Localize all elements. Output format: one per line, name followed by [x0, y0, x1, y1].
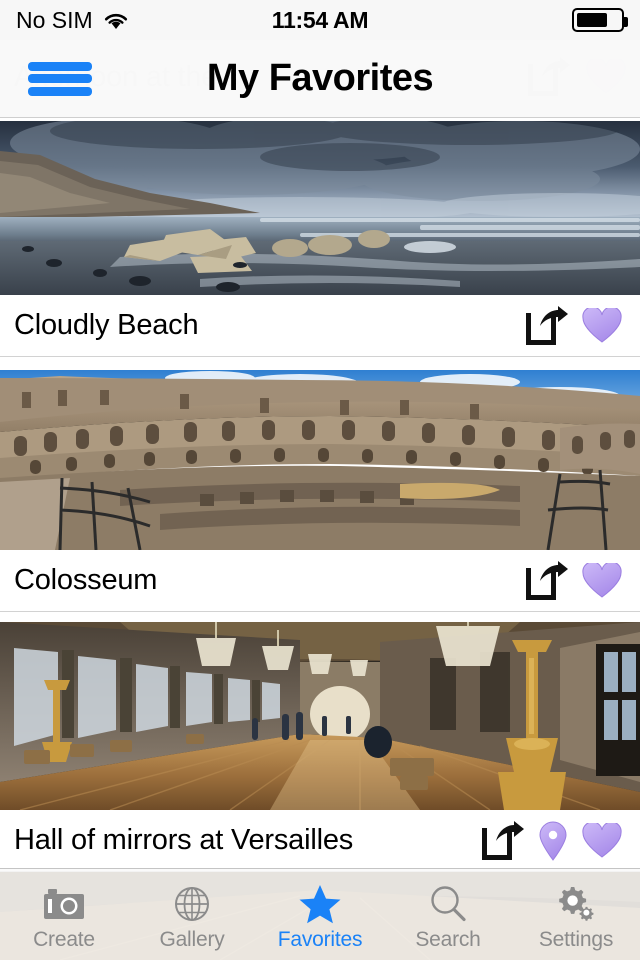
tab-label: Favorites [277, 927, 363, 951]
share-arrow-glyph [540, 305, 568, 326]
hamburger-menu-icon[interactable] [28, 56, 92, 102]
camera-glyph [44, 888, 84, 919]
tab-label: Gallery [159, 927, 225, 951]
tab-favorites[interactable]: Favorites [256, 869, 384, 960]
clock: 11:54 AM [271, 6, 369, 33]
battery-icon [572, 8, 628, 32]
list-item-title: Colosseum [14, 564, 158, 596]
tab-settings[interactable]: Settings [512, 869, 640, 960]
status-bar: No SIM 11:54 AM [0, 0, 640, 40]
camera-icon [42, 884, 86, 924]
photo-list-scroll-area[interactable]: Afternoon at the s [0, 0, 640, 960]
heart-icon[interactable] [582, 820, 622, 859]
versailles-hall-of-mirrors-photo [0, 622, 640, 810]
tab-bar: Create Gallery Favorites Search Settings [0, 868, 640, 960]
stormy-beach-photo [0, 121, 640, 295]
tab-search[interactable]: Search [384, 869, 512, 960]
heart-icon[interactable] [582, 305, 622, 344]
heart-glyph [582, 820, 622, 858]
share-arrow-glyph [540, 560, 568, 581]
tab-label: Search [415, 927, 481, 951]
star-glyph [299, 884, 341, 923]
globe-glyph [175, 886, 209, 921]
tab-label: Create [33, 927, 95, 951]
globe-icon [173, 884, 211, 924]
gears-glyph [559, 886, 594, 921]
tab-label: Settings [538, 927, 614, 951]
navigation-bar: My Favorites [0, 40, 640, 118]
star-icon [299, 884, 341, 924]
list-item-photo[interactable] [0, 622, 640, 810]
list-item-caption[interactable]: Hall of mirrors at Versailles [0, 810, 640, 872]
colosseum-interior-photo [0, 370, 640, 550]
list-item-photo[interactable] [0, 121, 640, 295]
share-icon[interactable] [524, 305, 568, 346]
share-arrow-glyph [496, 820, 524, 841]
heart-glyph [582, 305, 622, 343]
list-item-caption[interactable]: Cloudly Beach [0, 295, 640, 357]
magnifier-icon [429, 884, 467, 924]
list-item-caption[interactable]: Colosseum [0, 550, 640, 612]
share-icon[interactable] [524, 560, 568, 601]
share-icon[interactable] [480, 820, 524, 861]
magnifier-glyph [431, 885, 466, 921]
list-item-title: Hall of mirrors at Versailles [14, 824, 354, 856]
map-pin-icon[interactable] [538, 821, 568, 861]
heart-icon[interactable] [582, 560, 622, 599]
list-item-title: Cloudly Beach [14, 309, 199, 341]
map-pin-glyph [539, 821, 567, 861]
tab-gallery[interactable]: Gallery [128, 869, 256, 960]
list-item-photo[interactable] [0, 370, 640, 550]
gears-icon [556, 884, 596, 924]
page-title: My Favorites [206, 57, 434, 99]
heart-glyph [582, 560, 622, 598]
tab-create[interactable]: Create [0, 869, 128, 960]
